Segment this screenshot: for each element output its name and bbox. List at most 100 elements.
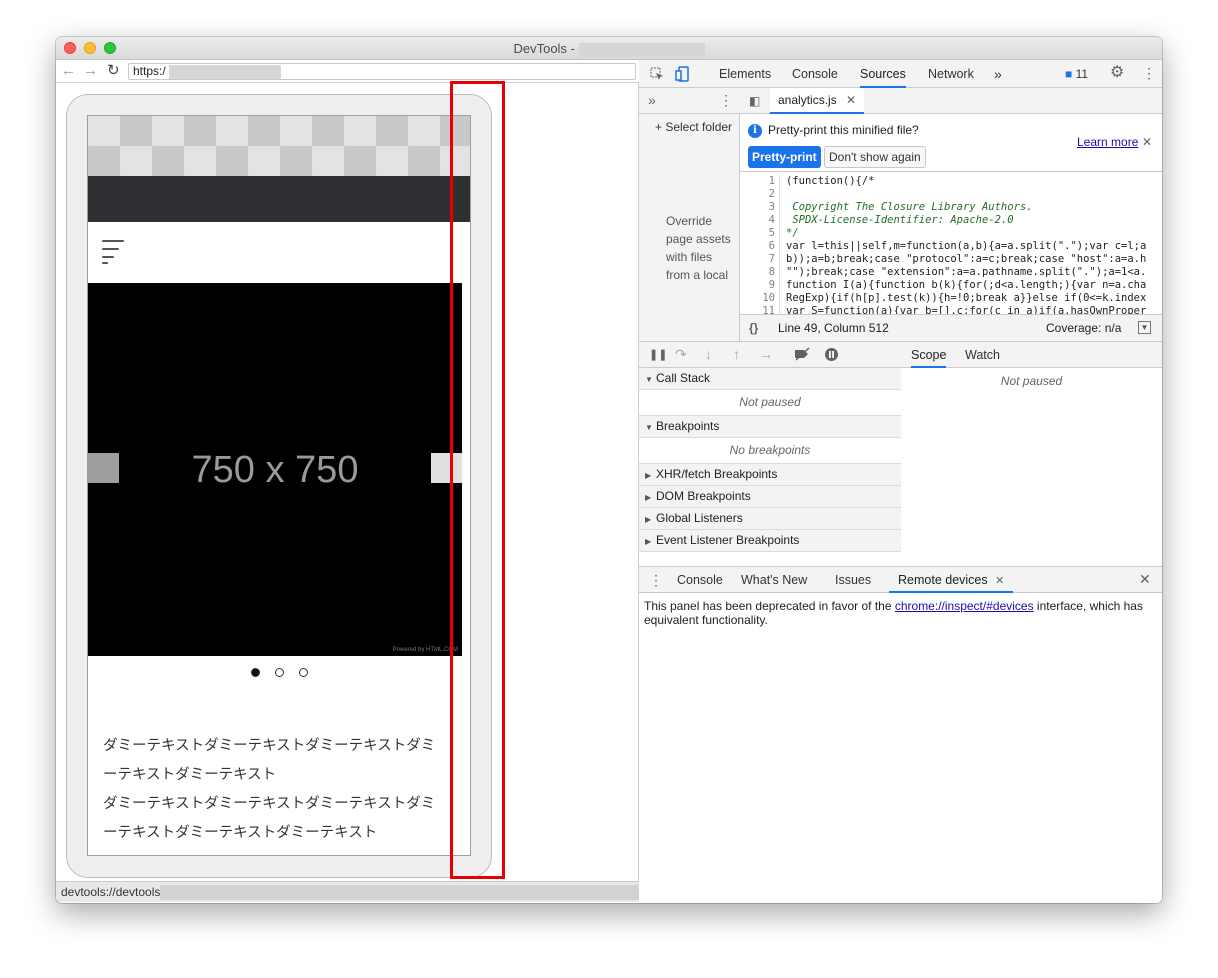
event-listener-breakpoints-section[interactable]: ▶ Event Listener Breakpoints <box>639 530 901 552</box>
debugger-sidebar: ❚❚ ↷ ↓ ↑ → ▼ Call Stack Not paused ▼ Break… <box>639 341 901 552</box>
code-view[interactable]: 1 2 3 4 5 6 7 8 9 10 11 (function(){/* Copyright T… <box>740 172 1162 314</box>
inspect-devices-link[interactable]: chrome://inspect/#devices <box>895 599 1034 613</box>
code-line: */ <box>786 227 799 239</box>
code-line: Copyright The Closure Library Authors. <box>786 201 1033 213</box>
debugger-toolbar: ❚❚ ↷ ↓ ↑ → <box>639 342 901 368</box>
call-stack-section[interactable]: ▼ Call Stack <box>639 368 901 390</box>
title-bar: DevTools - <box>56 37 1162 60</box>
editor-status-bar: {} Line 49, Column 512 Coverage: n/a ▼ <box>740 314 1162 341</box>
tab-sources[interactable]: Sources <box>860 60 906 88</box>
drawer-tab-console[interactable]: Console <box>677 567 723 593</box>
step-out-icon[interactable]: ↑ <box>733 347 740 361</box>
deactivate-breakpoints-icon[interactable] <box>793 347 811 363</box>
body-text-paragraph-2: ダミーテキストダミーテキストダミーテキストダミーテキストダミーテキストダミーテキ… <box>103 796 436 841</box>
pretty-print-infobar: i Pretty-print this minified file? Prett… <box>740 114 1162 172</box>
navigator-more-button[interactable]: » <box>648 93 656 107</box>
line-number: 10 <box>762 292 775 304</box>
select-folder-button[interactable]: + Select folder <box>655 120 732 134</box>
page-pane: ← → ↻ https:/ 750 x 750 Powered by HTML.… <box>56 60 639 881</box>
pretty-print-question: Pretty-print this minified file? <box>768 123 919 137</box>
line-number: 6 <box>768 240 775 252</box>
tab-console[interactable]: Console <box>792 60 838 88</box>
close-tab-icon[interactable]: ✕ <box>846 93 856 107</box>
close-drawer-tab-icon[interactable]: ✕ <box>995 575 1004 587</box>
image-slider[interactable]: 750 x 750 Powered by HTML.COM <box>88 283 462 656</box>
step-into-icon[interactable]: ↓ <box>705 347 712 361</box>
line-number: 9 <box>768 279 775 291</box>
more-tabs-button[interactable]: » <box>994 60 1002 88</box>
close-drawer-icon[interactable]: ✕ <box>1139 572 1151 586</box>
kebab-menu-icon[interactable]: ⋮ <box>1142 66 1156 80</box>
toggle-navigator-icon[interactable]: ◧ <box>749 94 760 108</box>
issues-counter[interactable]: ■ 11 <box>1065 67 1088 81</box>
code-line: (function(){/* <box>786 175 875 187</box>
highlight-rectangle <box>450 81 505 879</box>
settings-gear-icon[interactable]: ⚙ <box>1110 65 1124 81</box>
devtools-toolbar: Elements Console Sources Network » ■ 11 … <box>639 60 1162 88</box>
back-icon[interactable]: ← <box>61 63 76 78</box>
source-editor: ◧ analytics.js ✕ i Pretty-print this min… <box>740 88 1162 341</box>
pause-on-exceptions-icon[interactable] <box>824 347 839 364</box>
line-number: 2 <box>768 188 775 200</box>
drawer-tab-whats-new[interactable]: What's New <box>741 567 807 593</box>
deprecation-message: This panel has been deprecated in favor … <box>644 599 1143 627</box>
code-line: SPDX-License-Identifier: Apache-2.0 <box>786 214 1014 226</box>
xhr-breakpoints-section[interactable]: ▶ XHR/fetch Breakpoints <box>639 464 901 486</box>
overrides-description: Override page assets with files from a l… <box>666 214 731 282</box>
slider-dot-2[interactable] <box>275 668 284 677</box>
device-frame: 750 x 750 Powered by HTML.COM ダミーテキストダミー… <box>66 94 492 878</box>
slider-dots <box>251 668 311 680</box>
inspect-element-icon[interactable] <box>650 67 664 83</box>
slider-dot-3[interactable] <box>299 668 308 677</box>
tab-elements[interactable]: Elements <box>719 60 771 88</box>
line-number: 5 <box>768 227 775 239</box>
file-tab-analytics[interactable]: analytics.js ✕ <box>770 88 865 114</box>
drawer-menu-icon[interactable]: ⋮ <box>649 573 663 587</box>
window-title: DevTools - <box>56 41 1162 57</box>
pretty-print-format-icon[interactable]: {} <box>749 315 758 341</box>
reload-icon[interactable]: ↻ <box>107 63 120 78</box>
collapsed-triangle-icon: ▶ <box>645 515 652 524</box>
file-tab-label: analytics.js <box>778 93 837 107</box>
coverage-toggle-icon[interactable]: ▼ <box>1138 321 1151 334</box>
forward-icon[interactable]: → <box>83 63 98 78</box>
step-over-icon[interactable]: ↷ <box>675 347 687 361</box>
call-stack-empty: Not paused <box>639 390 901 416</box>
editor-tab-bar: ◧ analytics.js ✕ <box>740 88 1162 114</box>
device-toolbar-icon[interactable] <box>675 66 689 84</box>
hamburger-menu-icon[interactable] <box>102 240 126 266</box>
drawer-tab-remote-devices[interactable]: Remote devices ✕ <box>889 567 1014 593</box>
navigator-menu-icon[interactable]: ⋮ <box>719 93 733 107</box>
pause-icon[interactable]: ❚❚ <box>649 348 667 362</box>
devtools-panel: Elements Console Sources Network » ■ 11 … <box>639 60 1162 903</box>
dont-show-again-button[interactable]: Don't show again <box>824 146 926 168</box>
expanded-triangle-icon: ▼ <box>645 375 653 384</box>
url-input[interactable]: https:/ <box>128 63 636 80</box>
powered-by-label: Powered by HTML.COM <box>392 647 458 653</box>
redacted-title <box>578 42 705 57</box>
breakpoints-section[interactable]: ▼ Breakpoints <box>639 416 901 438</box>
step-icon[interactable]: → <box>759 347 773 361</box>
line-number: 4 <box>768 214 775 226</box>
scope-tabs: Scope Watch <box>901 342 1162 368</box>
close-infobar-icon[interactable]: ✕ <box>1142 135 1152 149</box>
navigator-toolbar: » ⋮ <box>639 88 740 114</box>
collapsed-triangle-icon: ▶ <box>645 493 652 502</box>
code-line: b));a=b;break;case "protocol":a=c;break;… <box>786 253 1147 265</box>
redacted-url <box>168 64 281 79</box>
tab-network[interactable]: Network <box>928 60 974 88</box>
learn-more-link[interactable]: Learn more <box>1077 135 1138 149</box>
dom-breakpoints-section[interactable]: ▶ DOM Breakpoints <box>639 486 901 508</box>
drawer: ⋮ Console What's New Issues Remote devic… <box>639 566 1162 903</box>
breakpoints-empty: No breakpoints <box>639 438 901 464</box>
line-number-gutter: 1 2 3 4 5 6 7 8 9 10 11 <box>740 175 780 314</box>
drawer-tab-issues[interactable]: Issues <box>835 567 871 593</box>
slider-dot-1[interactable] <box>251 668 260 677</box>
pretty-print-button[interactable]: Pretty-print <box>748 146 821 168</box>
issues-count: 11 <box>1075 67 1089 81</box>
global-listeners-section[interactable]: ▶ Global Listeners <box>639 508 901 530</box>
device-screen: 750 x 750 Powered by HTML.COM ダミーテキストダミー… <box>87 115 471 856</box>
tab-scope[interactable]: Scope <box>911 342 947 368</box>
tab-watch[interactable]: Watch <box>965 342 1000 368</box>
